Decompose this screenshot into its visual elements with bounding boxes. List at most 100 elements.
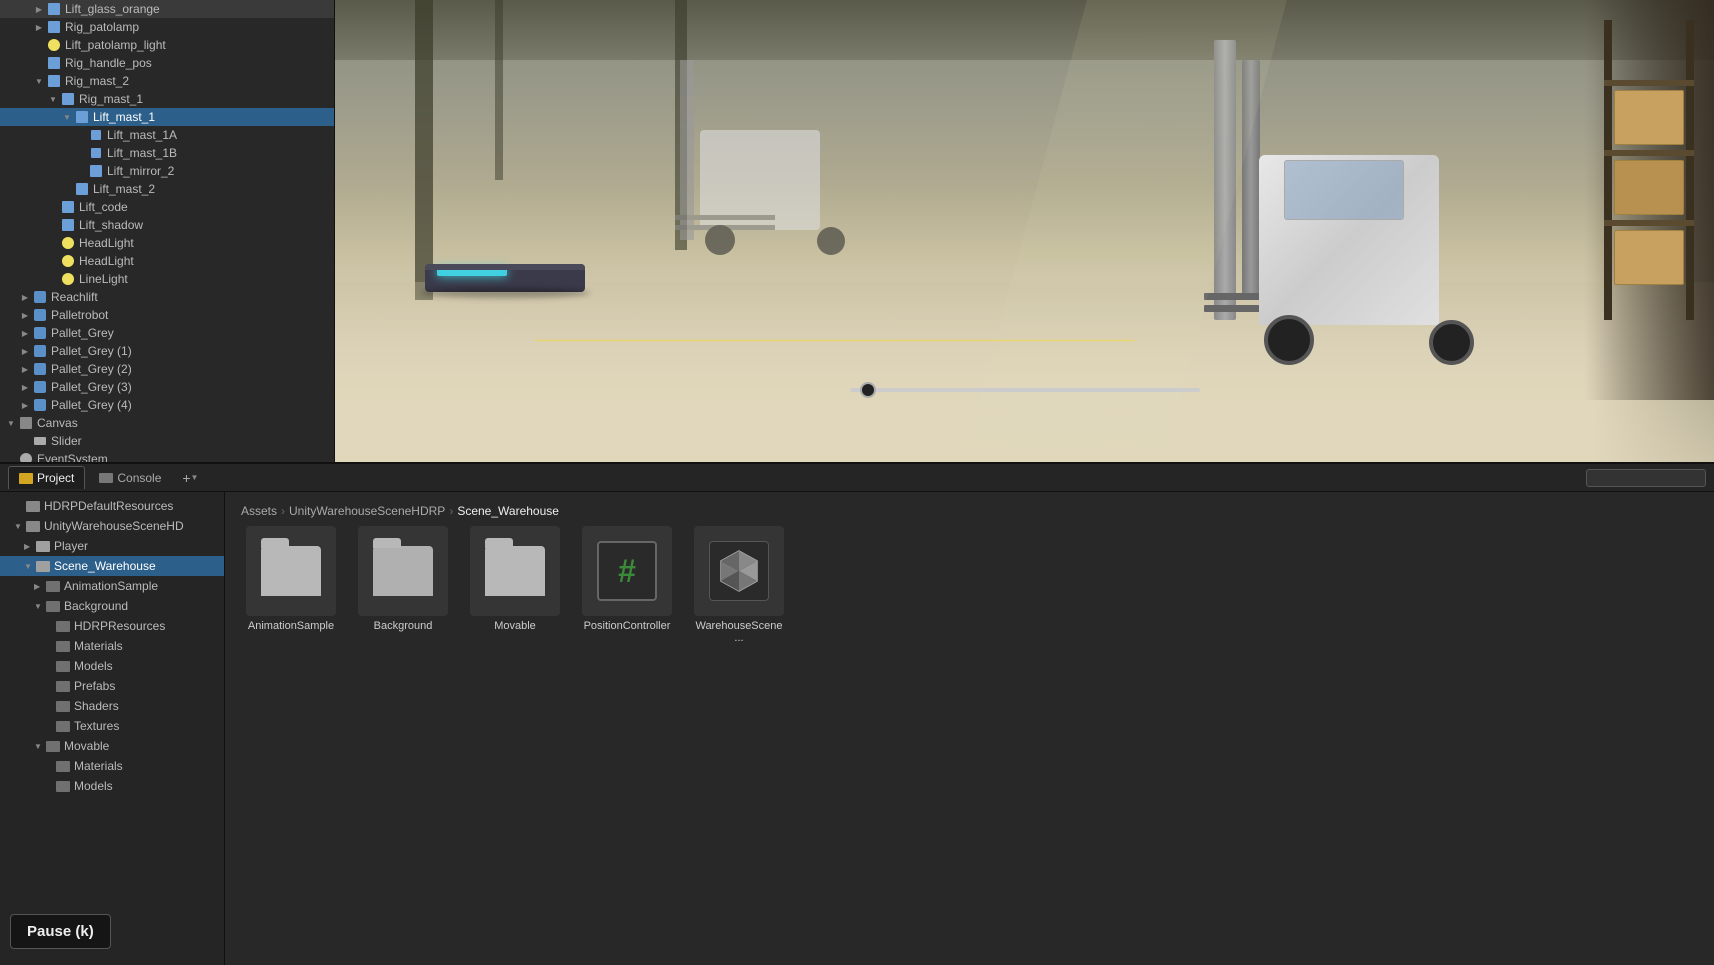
tree-item-background[interactable]: ▼ Background xyxy=(0,596,224,616)
tree-folder-icon xyxy=(26,521,40,532)
viewport-slider-handle[interactable] xyxy=(860,382,876,398)
asset-thumb-position_controller: # xyxy=(582,526,672,616)
hierarchy-item-lift_mast_2[interactable]: Lift_mast_2 xyxy=(0,180,334,198)
expand-arrow-pallet_grey_3[interactable] xyxy=(18,380,32,394)
hierarchy-item-rig_mast_1[interactable]: Rig_mast_1 xyxy=(0,90,334,108)
expand-arrow-lift_glass_orange[interactable] xyxy=(32,2,46,16)
breadcrumb-item-assets[interactable]: Assets xyxy=(241,504,277,518)
tree-arrow-animation_sample[interactable]: ▶ xyxy=(34,582,46,591)
expand-arrow-lift_mast_1[interactable] xyxy=(60,110,74,124)
asset-item-animation_sample[interactable]: AnimationSample xyxy=(241,526,341,644)
tree-label-background: Background xyxy=(64,599,128,613)
tab-console[interactable]: Console xyxy=(89,467,171,489)
viewport-slider[interactable] xyxy=(850,388,1200,392)
hierarchy-item-lift_code[interactable]: Lift_code xyxy=(0,198,334,216)
asset-item-background[interactable]: Background xyxy=(353,526,453,644)
tree-item-shaders[interactable]: Shaders xyxy=(0,696,224,716)
hierarchy-item-pallet_grey_3[interactable]: Pallet_Grey (3) xyxy=(0,378,334,396)
tree-item-movable_materials[interactable]: Materials xyxy=(0,756,224,776)
hierarchy-item-pallet_grey_4[interactable]: Pallet_Grey (4) xyxy=(0,396,334,414)
tree-item-textures[interactable]: Textures xyxy=(0,716,224,736)
expand-arrow-pallet_grey_4[interactable] xyxy=(18,398,32,412)
hierarchy-label-lift_glass_orange: Lift_glass_orange xyxy=(65,2,160,16)
hierarchy-item-lift_mast_1a[interactable]: Lift_mast_1A xyxy=(0,126,334,144)
hierarchy-item-lift_patolamp_light[interactable]: Lift_patolamp_light xyxy=(0,36,334,54)
tree-item-materials[interactable]: Materials xyxy=(0,636,224,656)
tree-item-movable_models[interactable]: Models xyxy=(0,776,224,796)
hierarchy-item-headlight_1[interactable]: HeadLight xyxy=(0,234,334,252)
hierarchy-item-pallet_grey[interactable]: Pallet_Grey xyxy=(0,324,334,342)
expand-arrow-palletrobot[interactable] xyxy=(18,308,32,322)
hierarchy-label-slider: Slider xyxy=(51,434,82,448)
tree-item-hdrp_default[interactable]: HDRPDefaultResources xyxy=(0,496,224,516)
tree-item-player[interactable]: ▶Player xyxy=(0,536,224,556)
expand-arrow-rig_mast_2[interactable] xyxy=(32,74,46,88)
tree-arrow-background[interactable]: ▼ xyxy=(34,602,46,611)
unity-icon xyxy=(709,541,769,601)
item-icon-light xyxy=(46,37,62,53)
tree-item-hdrp_resources[interactable]: HDRPResources xyxy=(0,616,224,636)
tree-item-animation_sample[interactable]: ▶AnimationSample xyxy=(0,576,224,596)
hierarchy-label-linelight: LineLight xyxy=(79,272,128,286)
tree-folder-icon xyxy=(36,561,50,572)
hierarchy-item-rig_handle_pos[interactable]: Rig_handle_pos xyxy=(0,54,334,72)
hierarchy-item-pallet_grey_1[interactable]: Pallet_Grey (1) xyxy=(0,342,334,360)
hierarchy-item-reachlift[interactable]: Reachlift xyxy=(0,288,334,306)
item-icon-light xyxy=(60,253,76,269)
hierarchy-item-linelight[interactable]: LineLight xyxy=(0,270,334,288)
asset-item-position_controller[interactable]: # PositionController xyxy=(577,526,677,644)
asset-item-movable[interactable]: Movable xyxy=(465,526,565,644)
hierarchy-item-lift_mast_1[interactable]: Lift_mast_1 xyxy=(0,108,334,126)
tab-project[interactable]: Project xyxy=(8,466,85,489)
asset-label-position_controller: PositionController xyxy=(584,620,671,632)
breadcrumb-item-scene[interactable]: Scene_Warehouse xyxy=(457,504,559,518)
search-input[interactable] xyxy=(1586,469,1706,487)
asset-item-warehouse_scene[interactable]: WarehouseScene... xyxy=(689,526,789,644)
tree-item-models[interactable]: Models xyxy=(0,656,224,676)
tree-item-prefabs[interactable]: Prefabs xyxy=(0,676,224,696)
tree-arrow-unity_warehouse[interactable]: ▼ xyxy=(14,522,26,531)
hierarchy-item-headlight_2[interactable]: HeadLight xyxy=(0,252,334,270)
expand-arrow-reachlift[interactable] xyxy=(18,290,32,304)
expand-arrow-pallet_grey_2[interactable] xyxy=(18,362,32,376)
tree-folder-icon xyxy=(46,581,60,592)
pause-button[interactable]: Pause (k) xyxy=(10,914,111,949)
tree-label-movable_materials: Materials xyxy=(74,759,123,773)
hierarchy-item-rig_patolamp[interactable]: Rig_patolamp xyxy=(0,18,334,36)
expand-arrow-rig_patolamp[interactable] xyxy=(32,20,46,34)
tree-arrow-player[interactable]: ▶ xyxy=(24,542,36,551)
tab-bar: Project Console + ▼ xyxy=(0,464,1714,492)
hierarchy-item-lift_glass_orange[interactable]: Lift_glass_orange xyxy=(0,0,334,18)
hierarchy-item-lift_shadow[interactable]: Lift_shadow xyxy=(0,216,334,234)
hierarchy-item-lift_mirror_2[interactable]: Lift_mirror_2 xyxy=(0,162,334,180)
tree-arrow-scene_warehouse[interactable]: ▼ xyxy=(24,562,36,571)
tree-item-scene_warehouse[interactable]: ▼Scene_Warehouse xyxy=(0,556,224,576)
item-icon-light xyxy=(60,271,76,287)
expand-arrow-pallet_grey[interactable] xyxy=(18,326,32,340)
hierarchy-item-lift_mast_1b[interactable]: Lift_mast_1B xyxy=(0,144,334,162)
expand-arrow-lift_mast_1b xyxy=(74,146,88,160)
item-icon-prefab xyxy=(32,343,48,359)
hierarchy-item-canvas[interactable]: Canvas xyxy=(0,414,334,432)
hierarchy-label-reachlift: Reachlift xyxy=(51,290,98,304)
hierarchy-item-palletrobot[interactable]: Palletrobot xyxy=(0,306,334,324)
expand-arrow-lift_code xyxy=(46,200,60,214)
hierarchy-item-eventsystem[interactable]: EventSystem xyxy=(0,450,334,462)
hierarchy-item-slider[interactable]: Slider xyxy=(0,432,334,450)
tree-folder-icon xyxy=(26,501,40,512)
hierarchy-item-rig_mast_2[interactable]: Rig_mast_2 xyxy=(0,72,334,90)
asset-label-warehouse_scene: WarehouseScene... xyxy=(694,620,784,644)
expand-arrow-lift_mast_1a xyxy=(74,128,88,142)
add-tab-button[interactable]: + ▼ xyxy=(179,467,201,489)
breadcrumb-item-unity[interactable]: UnityWarehouseSceneHDRP xyxy=(289,504,445,518)
expand-arrow-rig_mast_1[interactable] xyxy=(46,92,60,106)
tree-item-movable[interactable]: ▼Movable xyxy=(0,736,224,756)
hierarchy-label-lift_code: Lift_code xyxy=(79,200,128,214)
expand-arrow-pallet_grey_1[interactable] xyxy=(18,344,32,358)
tree-item-unity_warehouse[interactable]: ▼UnityWarehouseSceneHD xyxy=(0,516,224,536)
console-icon xyxy=(99,473,113,483)
viewport[interactable] xyxy=(335,0,1714,462)
hierarchy-item-pallet_grey_2[interactable]: Pallet_Grey (2) xyxy=(0,360,334,378)
tree-arrow-movable[interactable]: ▼ xyxy=(34,742,46,751)
expand-arrow-canvas[interactable] xyxy=(4,416,18,430)
